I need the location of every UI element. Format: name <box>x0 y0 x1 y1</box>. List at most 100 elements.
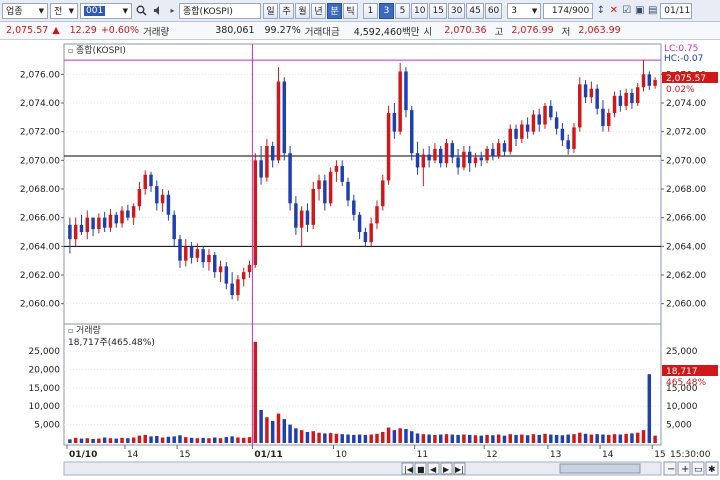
speaker-icon[interactable] <box>151 3 166 19</box>
volume-bar <box>230 436 234 443</box>
candle-body <box>172 214 176 240</box>
volume-bar <box>184 437 188 443</box>
candle-body <box>311 189 315 225</box>
period-year-button[interactable]: 년 <box>311 2 326 19</box>
scroll-thumb[interactable] <box>559 463 641 474</box>
chevron-down-icon: ▼ <box>68 6 74 15</box>
candle-body <box>647 74 652 86</box>
candle-body <box>392 113 397 132</box>
volume-tick-label: 10,000 <box>29 402 61 412</box>
minute-5-button[interactable]: 5 <box>395 2 410 19</box>
high-label: 고 <box>494 26 504 38</box>
period-minute-button[interactable]: 분 <box>327 2 342 19</box>
volume-bar <box>520 434 524 443</box>
interval-combo[interactable]: 3 ▼ <box>507 2 542 19</box>
window-icon[interactable]: ▣ <box>634 3 645 19</box>
candle-body <box>340 166 344 182</box>
minute-60-button[interactable]: 60 <box>484 2 503 19</box>
candle-body <box>554 117 559 129</box>
candle-body <box>230 283 234 296</box>
volume-panel-title: 거래량 <box>76 324 101 336</box>
market-select[interactable]: 업종 ▼ <box>2 2 48 19</box>
candle-body <box>189 246 194 258</box>
x-tick-label: 01/10 <box>69 450 97 460</box>
volume-bar <box>641 430 646 443</box>
price-panel-title: 종합(KOSPI) <box>76 45 126 56</box>
low-label: 저 <box>561 26 571 38</box>
candle-body <box>601 108 605 126</box>
price-tick-label-right: 2,074.00 <box>666 99 706 109</box>
high-value: 2,076.99 <box>511 25 554 36</box>
minute-3-button[interactable]: 3 <box>379 2 394 19</box>
volume-bar <box>102 437 107 443</box>
volume-bar <box>79 438 84 443</box>
price-tick-label: 2,074.00 <box>20 99 60 109</box>
date-field[interactable]: 01/11 <box>660 2 693 19</box>
volume-tick-label: 15,000 <box>29 384 61 394</box>
candle-body <box>537 114 541 125</box>
minute-30-button[interactable]: 30 <box>447 2 466 19</box>
volume-bar <box>224 437 229 443</box>
volume-bar <box>398 428 402 443</box>
market-type-select[interactable]: 전 ▼ <box>50 2 78 19</box>
current-volume-pct: 465.48% <box>666 378 706 388</box>
candlestick-chart[interactable]: 2,076.002,076.002,074.002,074.002,072.00… <box>0 40 720 480</box>
volume-bar <box>421 434 426 443</box>
candle-body <box>108 214 113 228</box>
volume-bar <box>160 437 165 443</box>
candle-body <box>624 92 628 106</box>
current-volume-tag-label: 18,717 <box>666 367 698 377</box>
chart-icon[interactable]: ▤ <box>647 3 658 19</box>
minute-10-button[interactable]: 10 <box>411 2 429 19</box>
volume-bar <box>241 437 246 443</box>
volume-bar <box>247 437 252 443</box>
candle-body <box>114 214 118 224</box>
volume-bar <box>126 438 130 443</box>
price-tick-label-right: 2,066.00 <box>666 214 706 224</box>
candle-body <box>97 217 101 230</box>
volume-bar <box>369 434 373 443</box>
price-tick-label: 2,060.00 <box>20 300 60 310</box>
volume-bar <box>91 438 95 443</box>
minute-15-button[interactable]: 15 <box>429 2 447 19</box>
volume-bar <box>236 437 240 443</box>
zoom-controls: − + ▭ ✱ <box>663 461 719 476</box>
count-field[interactable]: 174/900 <box>543 2 594 19</box>
candle-body <box>213 254 217 273</box>
candle-body <box>201 249 205 263</box>
volume-bar <box>630 433 634 443</box>
volume-bar <box>73 437 78 443</box>
volume-bar <box>578 432 582 443</box>
low-value: 2,063.99 <box>578 25 621 36</box>
candle-body <box>323 180 327 204</box>
volume-panel-collapse-icon[interactable]: ▫ <box>68 326 73 335</box>
code-input[interactable]: 001 ▼ <box>80 2 132 19</box>
price-tick-label-right: 2,062.00 <box>666 271 706 281</box>
period-day-button[interactable]: 일 <box>263 2 278 19</box>
candle-body <box>444 143 449 164</box>
crosshair-icon[interactable]: ↕ <box>595 3 606 19</box>
volume-panel-subtitle: 18,717주(465.48%) <box>68 337 155 348</box>
minute-45-button[interactable]: 45 <box>466 2 484 19</box>
arrow-right-icon[interactable]: ▸ <box>168 3 177 19</box>
volume-bar <box>543 433 547 443</box>
search-icon[interactable] <box>134 3 149 19</box>
volume-bar <box>97 438 101 443</box>
volume-tick-label-right: 5,000 <box>666 421 692 431</box>
volume-bar <box>427 434 431 443</box>
period-tick-button[interactable]: 틱 <box>343 2 358 19</box>
amount-label: 거래대금 <box>304 26 340 38</box>
candle-body <box>276 81 281 161</box>
volume-bar <box>352 434 356 443</box>
period-month-button[interactable]: 월 <box>295 2 310 19</box>
close-x-icon[interactable]: ✕ <box>608 3 619 19</box>
price-panel-collapse-icon[interactable]: ▫ <box>68 46 73 55</box>
checkbox-icon[interactable]: ☑ <box>621 3 632 19</box>
volume-bar <box>485 434 489 443</box>
candle-body <box>473 157 478 164</box>
period-week-button[interactable]: 주 <box>279 2 294 19</box>
price-tick-label-right: 2,072.00 <box>666 128 706 138</box>
candle-body <box>421 154 426 168</box>
candle-body <box>160 194 165 204</box>
minute-1-button[interactable]: 1 <box>363 2 378 19</box>
